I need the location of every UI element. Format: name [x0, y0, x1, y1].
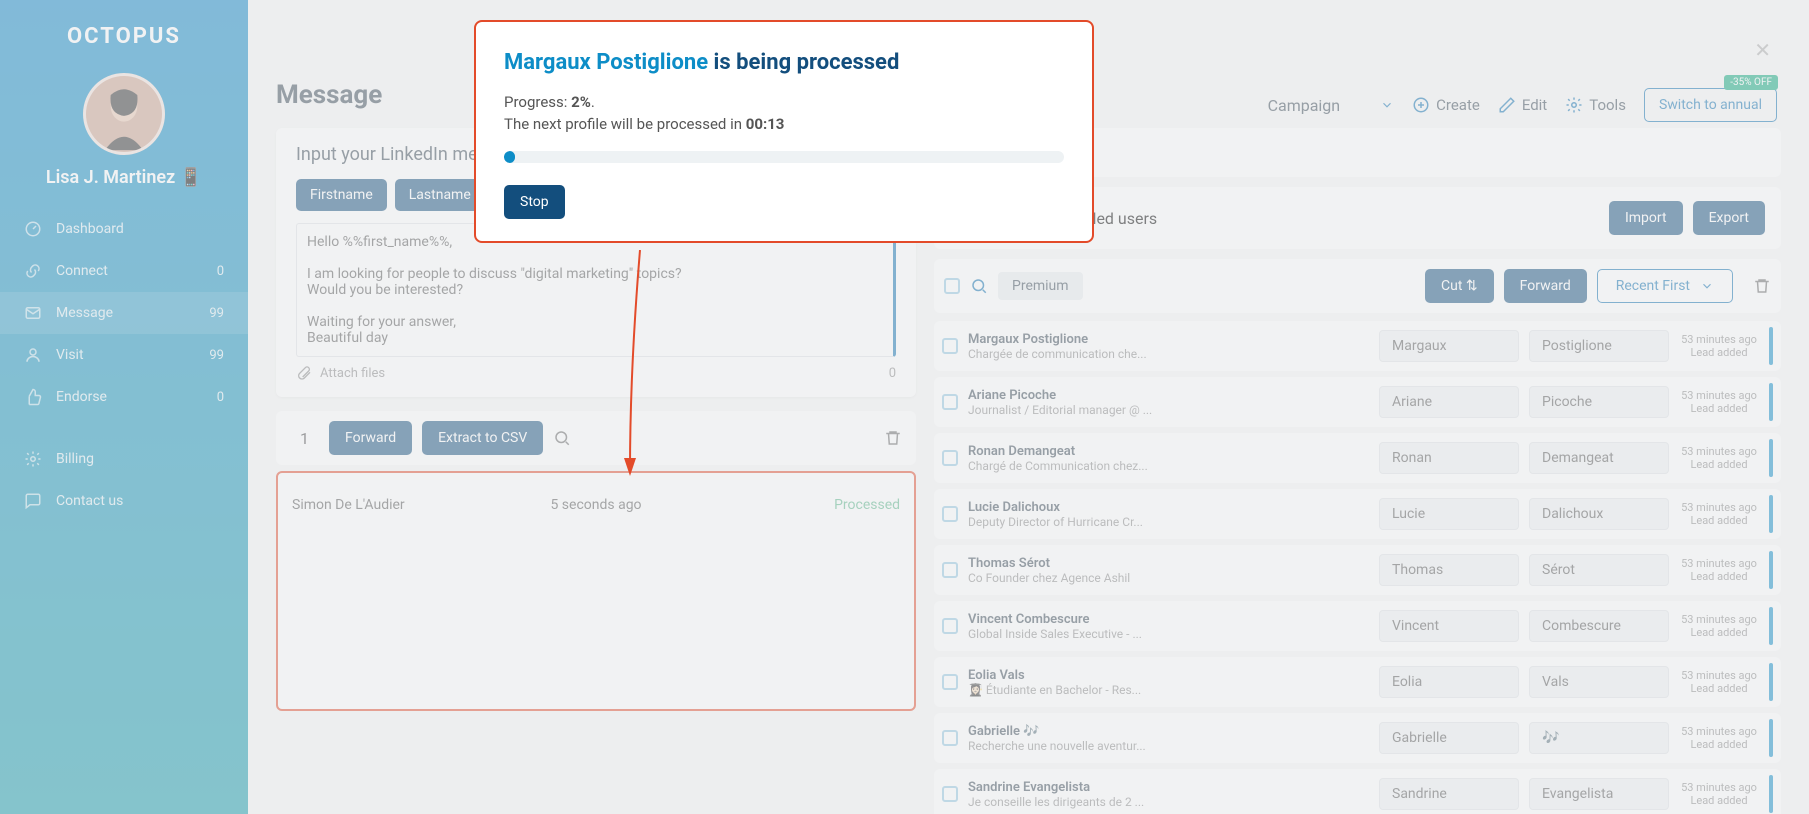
modal-profile-name: Margaux Postiglione: [504, 50, 708, 75]
countdown: 00:13: [746, 115, 785, 133]
modal-progress-line: Progress: 2%.: [504, 93, 1064, 111]
stop-button[interactable]: Stop: [504, 185, 565, 219]
modal-title-suffix: is being processed: [708, 50, 899, 75]
progress-bar: [504, 151, 1064, 163]
processing-modal: Margaux Postiglione is being processed P…: [474, 20, 1094, 243]
modal-title: Margaux Postiglione is being processed: [504, 50, 1064, 75]
progress-value: 2%: [571, 93, 591, 111]
modal-next-line: The next profile will be processed in 00…: [504, 115, 1064, 133]
progress-fill: [504, 151, 515, 163]
